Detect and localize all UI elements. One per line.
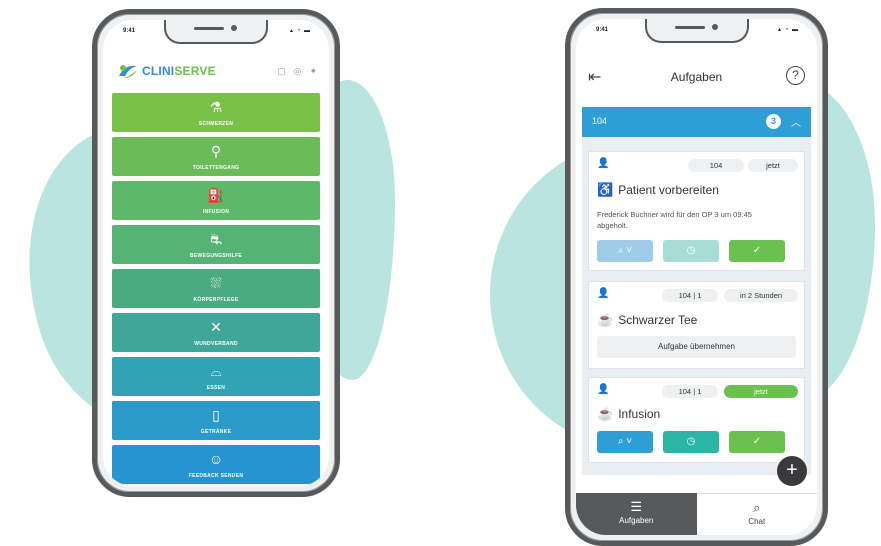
settings-icon[interactable]: ✦: [309, 66, 317, 77]
infusion-icon: ⛽: [207, 186, 225, 203]
tile-label: WUNDVERBAND: [194, 340, 238, 347]
snooze-button[interactable]: ◷: [663, 431, 719, 453]
tile-label: BEWEGUNGSHILFE: [190, 252, 242, 259]
help-icon[interactable]: ?: [786, 66, 805, 85]
tab-label: Aufgaben: [619, 516, 654, 525]
wheelchair-icon: ♿: [597, 182, 614, 197]
task-description: Frederick Buchner wird für den OP 3 um 0…: [597, 210, 752, 230]
phone-patient-app: 9:41 ▴ ◔ ▬ CLINISERVE ▢ ◎ ✦ ⚗ SCHMERZEN ⚲ T…: [92, 9, 340, 497]
pills-icon: ⚗: [209, 98, 223, 115]
tile-getränke[interactable]: ▯ GETRÄNKE: [112, 401, 320, 440]
phone-screen: 9:41 ▴ ◔ ▬ ⇤ Aufgaben ? 104 3 ︿ 👤 104 je…: [576, 19, 817, 535]
nurse-icon: 👤: [597, 158, 610, 169]
status-time: 9:41: [123, 28, 136, 34]
phone-screen: 9:41 ▴ ◔ ▬ CLINISERVE ▢ ◎ ✦ ⚗ SCHMERZEN ⚲ T…: [103, 20, 329, 486]
logo-text-clini: CLINI: [142, 64, 175, 78]
tile-label: INFUSION: [202, 208, 230, 215]
tile-feedback-senden[interactable]: ☺ FEEDBACK SENDEN: [112, 445, 320, 484]
task-card[interactable]: 👤 104 | 1 in 2 Stunden ☕ Schwarzer Tee A…: [588, 281, 805, 369]
phone-notch: [164, 20, 268, 44]
tile-label: ESSEN: [206, 384, 226, 391]
nurse-icon: 👤: [597, 384, 610, 395]
time-pill: jetzt: [748, 159, 798, 172]
tile-schmerzen[interactable]: ⚗ SCHMERZEN: [112, 93, 320, 132]
task-title: Patient vorbereiten: [618, 183, 719, 197]
bandage-icon: ✕: [210, 318, 222, 335]
room-number: 104: [592, 116, 608, 126]
complete-button[interactable]: ✓: [729, 431, 785, 453]
tab-chat[interactable]: ⌕ Chat: [696, 493, 817, 535]
task-card[interactable]: 👤 104 | 1 jetzt ☕ Infusion ⌕ ˅ ◷ ✓: [588, 377, 805, 463]
top-icon-bar: ▢ ◎ ✦: [277, 66, 317, 77]
nurse-icon: 👤: [597, 288, 610, 299]
phone-staff-app: 9:41 ▴ ◔ ▬ ⇤ Aufgaben ? 104 3 ︿ 👤 104 je…: [565, 8, 828, 546]
time-pill: in 2 Stunden: [724, 289, 798, 302]
toilet-icon: ⚲: [210, 142, 222, 159]
logo-mark-icon: [119, 65, 137, 78]
accept-task-button[interactable]: Aufgabe übernehmen: [597, 336, 796, 358]
glass-icon: ▯: [212, 406, 220, 423]
room-pill: 104 | 1: [662, 385, 718, 398]
tile-label: SCHMERZEN: [198, 120, 234, 127]
status-time: 9:41: [596, 27, 609, 33]
cloche-icon: ⌓: [210, 362, 222, 379]
tile-infusion[interactable]: ⛽ INFUSION: [112, 181, 320, 220]
task-title: Schwarzer Tee: [618, 313, 698, 327]
tile-label: TOILETTENGANG: [192, 164, 240, 171]
tile-wundverband[interactable]: ✕ WUNDVERBAND: [112, 313, 320, 352]
logo-text-serve: SERVE: [174, 64, 216, 78]
room-pill: 104: [688, 159, 744, 172]
shower-icon: ⛆: [210, 274, 222, 291]
globe-icon[interactable]: ◎: [294, 66, 302, 77]
app-header: ⇤ Aufgaben ?: [576, 63, 817, 93]
time-pill: jetzt: [724, 385, 798, 398]
tile-label: KÖRPERPFLEGE: [193, 296, 239, 303]
tile-toilettengang[interactable]: ⚲ TOILETTENGANG: [112, 137, 320, 176]
task-card[interactable]: 👤 104 jetzt ♿ Patient vorbereiten Freder…: [588, 151, 805, 271]
room-group-header[interactable]: 104 3 ︿: [582, 107, 811, 137]
snooze-button[interactable]: ◷: [663, 240, 719, 262]
tab-aufgaben[interactable]: ☰ Aufgaben: [576, 493, 697, 535]
feedback-icon: ☺: [208, 450, 224, 467]
page-title: Aufgaben: [670, 70, 723, 84]
tile-label: GETRÄNKE: [200, 428, 232, 435]
request-tiles: ⚗ SCHMERZEN ⚲ TOILETTENGANG ⛽ INFUSION ⛐ BEWEGU…: [112, 93, 320, 486]
tea-icon: ☕: [597, 312, 614, 327]
chevron-up-icon[interactable]: ︿: [791, 114, 801, 129]
tile-label: FEEDBACK SENDEN: [188, 472, 244, 479]
add-task-button[interactable]: +: [777, 456, 807, 486]
phone-notch: [644, 19, 749, 43]
cliniserve-logo: CLINISERVE: [117, 62, 216, 80]
status-icons: ▴ ◔ ▬: [778, 27, 799, 33]
status-icons: ▴ ◔ ▬: [290, 28, 311, 34]
tv-icon[interactable]: ▢: [277, 66, 286, 77]
tile-essen[interactable]: ⌓ ESSEN: [112, 357, 320, 396]
chat-dropdown-button[interactable]: ⌕ ˅: [597, 240, 653, 262]
bed-patient-icon: ⛐: [209, 230, 223, 247]
chat-icon: ⌕: [753, 500, 761, 515]
task-count-badge: 3: [766, 114, 781, 129]
task-list-icon: ☰: [630, 499, 643, 514]
task-title: Infusion: [618, 407, 661, 421]
complete-button[interactable]: ✓: [729, 240, 785, 262]
chat-dropdown-button[interactable]: ⌕ ˅: [597, 431, 653, 453]
tile-körperpflege[interactable]: ⛆ KÖRPERPFLEGE: [112, 269, 320, 308]
tile-bewegungshilfe[interactable]: ⛐ BEWEGUNGSHILFE: [112, 225, 320, 264]
tab-label: Chat: [748, 517, 766, 526]
room-pill: 104 | 1: [662, 289, 718, 302]
infusion-icon: ☕: [597, 406, 614, 421]
bottom-tab-bar: ☰ Aufgaben ⌕ Chat: [576, 493, 817, 535]
